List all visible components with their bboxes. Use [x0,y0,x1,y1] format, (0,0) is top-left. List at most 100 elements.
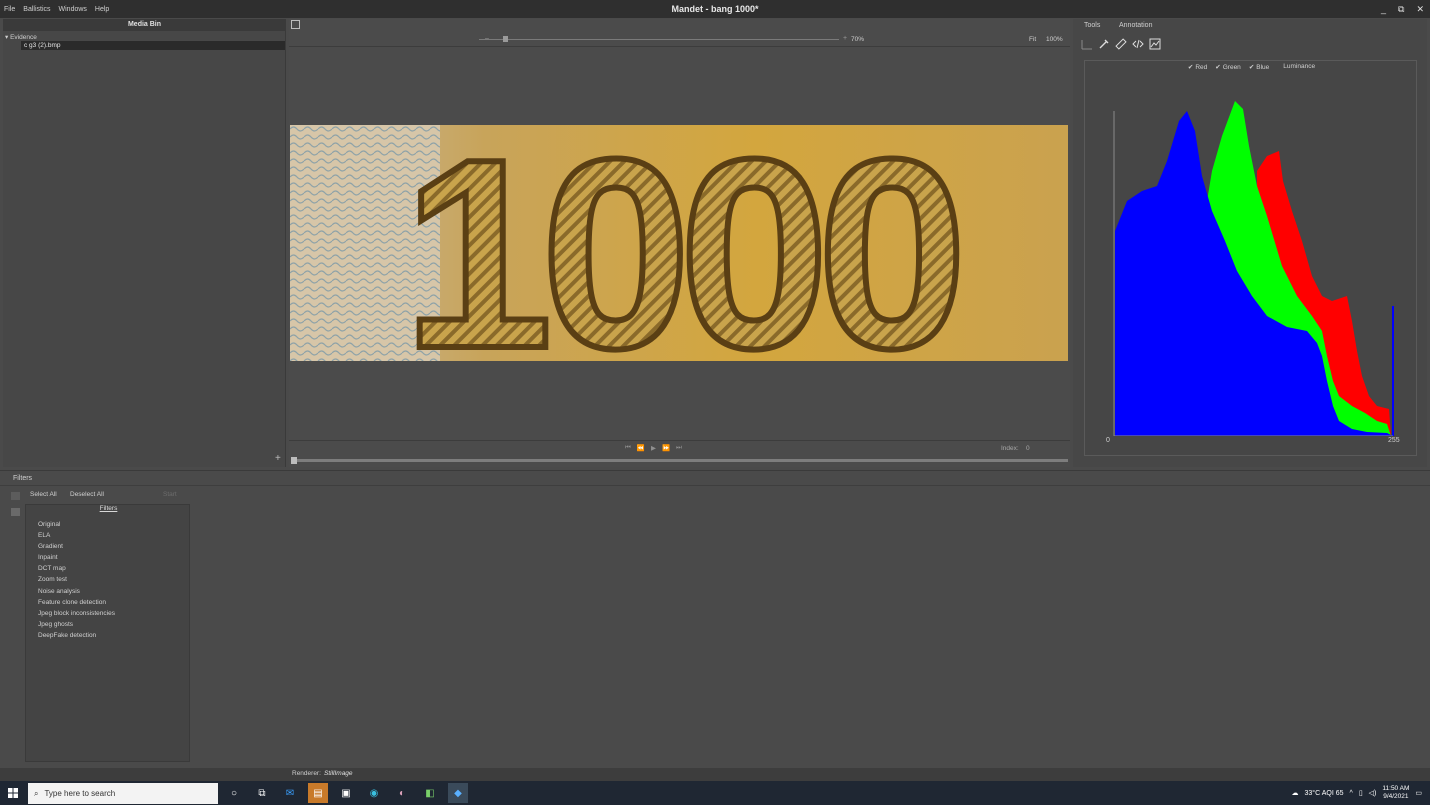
chevron-up-icon[interactable]: ^ [1350,790,1353,797]
title-bar [0,0,1430,18]
search-placeholder: Type here to search [44,789,116,798]
channel-label: Blue [1256,64,1270,71]
cortana-icon[interactable]: ○ [224,783,244,803]
task-view-icon[interactable]: ⧉ [252,783,272,803]
tab-annotation[interactable]: Annotation [1119,22,1152,29]
file-explorer-icon[interactable]: ▤ [308,783,328,803]
clock-date: 9/4/2021 [1383,793,1409,800]
add-media-button[interactable]: + [275,453,281,464]
filter-item-ela[interactable]: ELA [38,530,115,541]
menu-bar: File Ballistics Windows Help [4,0,109,18]
filter-item-feature-clone[interactable]: Feature clone detection [38,597,115,608]
channel-toggles: ✔ Red ✔ Green ✔ Blue Luminance [1085,63,1418,71]
index-input[interactable]: 0 [1026,445,1030,452]
filter-item-original[interactable]: Original [38,519,115,530]
channel-label: Green [1222,64,1241,71]
media-bin-title: Media Bin [3,19,286,31]
actual-size-button[interactable]: 100% [1046,36,1063,43]
tools-panel: Tools Annotation ✔ Red ✔ Green ✔ Blue Lumin… [1073,19,1427,467]
weather-icon[interactable]: ☁ [1292,789,1299,797]
ruler-icon[interactable] [1115,38,1127,50]
tool-icon-row [1081,38,1161,50]
media-bin-panel: Media Bin ▾ Evidence c g3 (2).bmp + [3,19,286,467]
last-frame-button[interactable]: ⏭ [676,444,682,452]
layers-icon[interactable] [11,508,20,516]
taskbar-search[interactable]: ⌕ Type here to search [28,783,218,804]
banknote-denomination: 1000 [403,125,957,361]
deselect-all-button[interactable]: Deselect All [70,491,104,498]
check-icon: ✔ [1248,64,1255,71]
filter-items: Original ELA Gradient Inpaint DCT map Zo… [38,519,115,641]
first-frame-button[interactable]: ⏮ [625,444,631,452]
tab-filters[interactable]: Filters [13,475,32,482]
network-icon[interactable]: ▯ [1359,789,1363,797]
volume-icon[interactable]: ◁) [1369,789,1377,797]
tab-tools[interactable]: Tools [1084,22,1100,29]
zoom-value: 70% [851,36,865,43]
mail-icon[interactable]: ✉ [280,783,300,803]
filter-list: Filters Original ELA Gradient Inpaint DC… [25,504,190,762]
filter-item-noise-analysis[interactable]: Noise analysis [38,586,115,597]
image-chart-icon[interactable] [1149,38,1161,50]
timeline-slider[interactable] [291,459,1068,462]
eyedropper-icon[interactable] [1098,38,1110,50]
filter-item-dct-map[interactable]: DCT map [38,563,115,574]
menu-ballistics[interactable]: Ballistics [23,6,50,13]
system-tray: ☁ 33°C AQI 65 ^ ▯ ◁) 11:50 AM 9/4/2021 ▭ [1292,785,1422,801]
clock-time: 11:50 AM [1382,785,1410,792]
tree-item-label: Evidence [10,34,37,41]
tree-item-file[interactable]: c g3 (2).bmp [21,41,285,50]
image-viewer: – + 70% Fit 100% 1000 ⏮ ⏪ ▶ ⏩ ⏭ [289,19,1070,467]
app-icon[interactable]: ◧ [420,783,440,803]
code-icon[interactable] [1132,38,1144,50]
zoom-in-button[interactable]: + [843,35,847,42]
edge-icon[interactable]: ◉ [364,783,384,803]
settings-icon[interactable] [11,492,20,500]
histogram-icon[interactable] [1081,38,1093,50]
check-icon: ✔ [1215,64,1221,71]
restore-button[interactable]: ⧉ [1398,4,1404,15]
menu-windows[interactable]: Windows [59,6,87,13]
close-button[interactable]: ✕ [1416,4,1424,15]
filter-item-inpaint[interactable]: Inpaint [38,552,115,563]
zoom-slider[interactable] [479,39,839,40]
weather-text[interactable]: 33°C AQI 65 [1305,790,1344,797]
red-channel-checkbox[interactable]: ✔ Red [1188,63,1207,71]
green-channel-checkbox[interactable]: ✔ Green [1215,63,1241,71]
histogram-chart [1113,101,1394,436]
play-button[interactable]: ▶ [651,444,656,452]
expand-arrow-icon[interactable]: ▾ [5,34,8,41]
app-icon[interactable]: ◐ [392,783,412,803]
clock[interactable]: 11:50 AM 9/4/2021 [1382,785,1409,801]
zoom-slider-handle[interactable] [503,36,508,42]
tree-item-evidence[interactable]: ▾ Evidence [5,33,37,41]
tab-inactive[interactable] [52,475,72,483]
save-icon[interactable] [291,20,300,29]
luminance-channel-checkbox[interactable]: Luminance [1283,63,1315,71]
filter-list-header: Filters [99,505,118,512]
index-label: Index: [1001,445,1019,452]
mandet-app-icon[interactable]: ◆ [448,783,468,803]
fit-button[interactable]: Fit [1029,36,1036,43]
store-icon[interactable]: ▣ [336,783,356,803]
menu-file[interactable]: File [4,6,15,13]
blue-channel-checkbox[interactable]: ✔ Blue [1249,63,1269,71]
timeline-handle[interactable] [291,457,297,464]
select-all-button[interactable]: Select All [30,491,57,498]
filter-item-deepfake[interactable]: DeepFake detection [38,630,115,641]
check-icon: ✔ [1187,64,1194,71]
filter-item-jpeg-block[interactable]: Jpeg block inconsistencies [38,608,115,619]
minimize-button[interactable]: _ [1381,4,1386,14]
previous-frame-button[interactable]: ⏪ [637,444,645,452]
filter-item-jpeg-ghosts[interactable]: Jpeg ghosts [38,619,115,630]
next-frame-button[interactable]: ⏩ [662,444,670,452]
start-button[interactable]: Start [163,491,177,498]
filter-item-zoom-test[interactable]: Zoom test [38,574,115,585]
notification-icon[interactable]: ▭ [1415,789,1422,797]
divider [289,440,1070,441]
divider [0,485,1430,486]
menu-help[interactable]: Help [95,6,109,13]
windows-start-icon[interactable] [8,788,18,798]
histogram-max-label: 255 [1388,437,1400,444]
filter-item-gradient[interactable]: Gradient [38,541,115,552]
